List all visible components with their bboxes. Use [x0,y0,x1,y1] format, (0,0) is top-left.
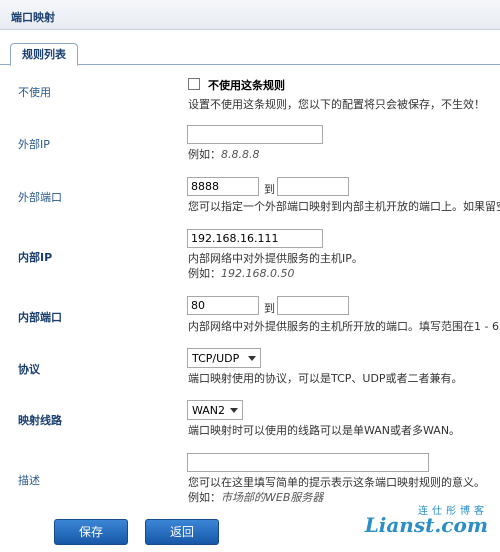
protocol-label: 协议 [18,363,40,376]
external-port-label: 外部端口 [18,191,62,204]
save-button[interactable]: 保存 [54,519,128,545]
external-port-to-input[interactable] [277,177,349,196]
protocol-selected-value: TCP/UDP [192,352,240,365]
internal-port-to-label: 到 [264,302,275,315]
chevron-down-icon [248,356,256,361]
internal-ip-label: 内部IP [18,251,53,264]
description-input[interactable] [187,453,429,472]
description-example: 例如：市场部的WEB服务器 [188,489,323,505]
example-prefix: 例如： [188,267,221,280]
watermark-en: Lianst.com [364,513,488,537]
internal-port-to-input[interactable] [277,296,349,315]
external-port-to-label: 到 [264,183,275,196]
site-watermark: 连仕彤博客 Lianst.com [365,502,492,542]
example-value: 市场部的WEB服务器 [221,491,324,504]
line-select[interactable]: WAN2 [187,400,243,420]
line-hint: 端口映射时可以使用的线路可以是单WAN或者多WAN。 [188,424,461,437]
line-label: 映射线路 [18,414,62,427]
external-port-from-input[interactable]: 8888 [187,177,259,196]
example-value: 192.168.0.50 [221,267,295,280]
example-prefix: 例如： [188,148,221,161]
back-button[interactable]: 返回 [145,519,219,545]
chevron-down-icon [230,408,238,413]
disable-hint: 设置不使用这条规则，您以下的配置将只会被保存，不生效！ [188,98,485,111]
description-hint: 您可以在这里填写简单的提示表示这条端口映射规则的意义。 [188,476,485,489]
external-ip-input[interactable] [187,125,323,144]
disable-label: 不使用 [18,86,51,99]
tab-strip: 规则列表 [0,41,500,66]
tab-rule-list[interactable]: 规则列表 [10,43,78,66]
external-ip-example: 例如：8.8.8.8 [188,146,259,162]
disable-rule-checkbox[interactable] [188,78,200,90]
internal-port-from-input[interactable]: 80 [187,296,259,315]
internal-port-label: 内部端口 [18,311,62,324]
internal-ip-input[interactable]: 192.168.16.111 [187,229,323,248]
internal-ip-example: 例如：192.168.0.50 [188,265,294,281]
disable-rule-checkbox-label: 不使用这条规则 [208,79,285,92]
page-title: 端口映射 [11,11,55,24]
line-selected-value: WAN2 [192,404,226,417]
internal-port-hint: 内部网络中对外提供服务的主机所开放的端口。填写范围在1 - 655 [188,320,500,333]
protocol-select[interactable]: TCP/UDP [187,348,261,368]
example-value: 8.8.8.8 [221,148,260,161]
external-ip-label: 外部IP [18,138,50,151]
external-port-hint: 您可以指定一个外部端口映射到内部主机开放的端口上。如果留空 [188,200,500,213]
example-prefix: 例如： [188,491,221,504]
page-header: 端口映射 [0,0,500,30]
description-label: 描述 [18,474,40,487]
protocol-hint: 端口映射使用的协议，可以是TCP、UDP或者二者兼有。 [188,372,463,385]
internal-ip-hint: 内部网络中对外提供服务的主机IP。 [188,252,363,265]
